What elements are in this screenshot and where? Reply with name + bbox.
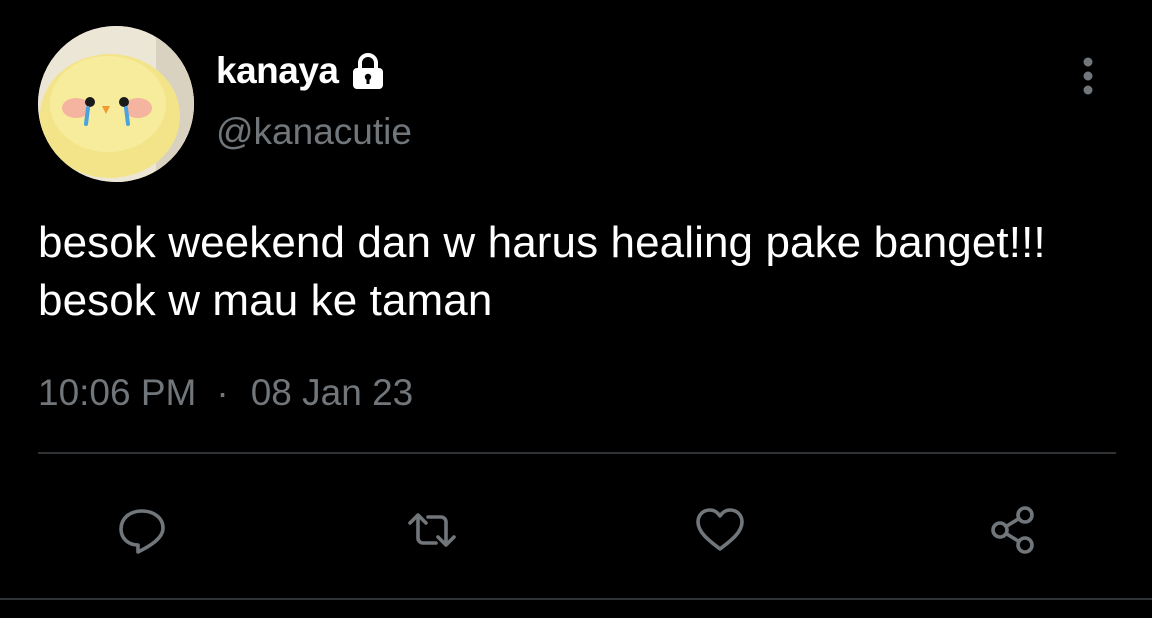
retweet-arrows-icon (408, 513, 456, 547)
share-nodes-icon (991, 506, 1034, 554)
tweet-time[interactable]: 10:06 PM (38, 372, 196, 414)
like-button[interactable] (680, 490, 760, 570)
lock-icon (349, 51, 387, 91)
retweet-button[interactable] (392, 490, 472, 570)
share-button[interactable] (972, 490, 1052, 570)
user-handle[interactable]: @kanacutie (216, 111, 412, 153)
more-dots-icon (1083, 57, 1093, 95)
avatar[interactable] (38, 26, 194, 182)
more-options-button[interactable] (1068, 52, 1108, 100)
action-bar (0, 490, 1152, 570)
heart-icon (696, 508, 744, 551)
avatar-image (38, 26, 194, 182)
tweet-card: kanaya @kanacutie besok weekend dan w ha… (0, 0, 1152, 618)
display-name-row: kanaya (216, 46, 387, 96)
display-name[interactable]: kanaya (216, 50, 339, 92)
tweet-date[interactable]: 08 Jan 23 (251, 372, 414, 414)
speech-bubble-icon (119, 509, 165, 554)
meta-separator: · (216, 372, 229, 413)
bottom-divider (0, 598, 1152, 600)
tweet-text: besok weekend dan w harus healing pake b… (38, 218, 1046, 325)
tweet-meta: 10:06 PM · 08 Jan 23 (38, 372, 413, 414)
divider (38, 452, 1116, 454)
reply-button[interactable] (102, 490, 182, 570)
